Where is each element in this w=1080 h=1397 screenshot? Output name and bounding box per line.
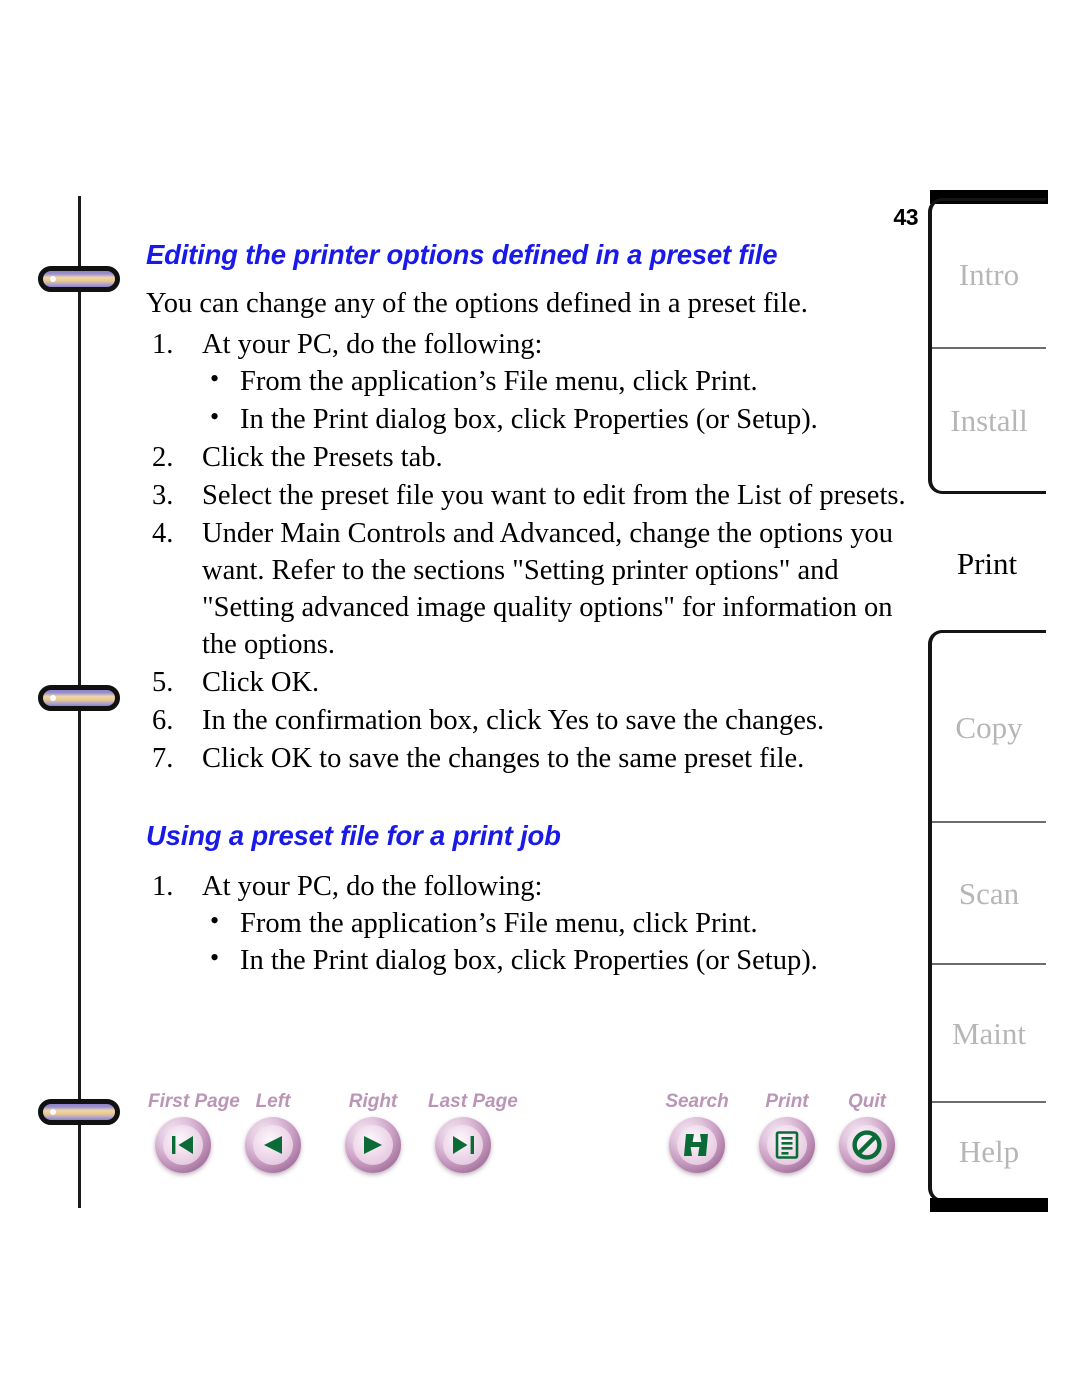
tab-maint-label: Maint	[951, 1015, 1027, 1051]
substeps-list: • From the application’s File menu, clic…	[202, 905, 908, 979]
substep-item: • From the application’s File menu, clic…	[202, 905, 908, 942]
step-text: Click OK to save the changes to the same…	[202, 742, 805, 774]
step-item: 6. In the confirmation box, click Yes to…	[146, 702, 908, 739]
step-text: At your PC, do the following:	[202, 870, 543, 902]
next-page-orb[interactable]	[345, 1117, 401, 1173]
search-orb[interactable]	[669, 1117, 725, 1173]
search-icon	[677, 1125, 717, 1165]
step-item: 2. Click the Presets tab.	[146, 439, 908, 476]
print-orb[interactable]	[759, 1117, 815, 1173]
tab-strip-bottom-bar	[930, 1198, 1048, 1212]
steps-list-using: 1. At your PC, do the following: • From …	[146, 868, 908, 979]
tab-help[interactable]: Help	[932, 1101, 1046, 1199]
substep-text: In the Print dialog box, click Propertie…	[240, 403, 818, 435]
step-text: At your PC, do the following:	[202, 329, 543, 361]
quit-button[interactable]: Quit	[832, 1092, 902, 1173]
bullet-glyph: •	[210, 401, 220, 431]
heading-using-preset-file: Using a preset file for a print job	[146, 819, 561, 851]
steps-list-editing: 1. At your PC, do the following: • From …	[146, 326, 908, 777]
print-button[interactable]: Print	[752, 1092, 822, 1173]
tab-help-label: Help	[958, 1133, 1020, 1169]
step-text: Under Main Controls and Advanced, change…	[202, 517, 893, 660]
step-item: 4. Under Main Controls and Advanced, cha…	[146, 515, 908, 663]
last-page-icon	[443, 1125, 483, 1165]
tab-print-label: Print	[956, 545, 1018, 581]
first-page-label: First Page	[148, 1091, 240, 1112]
navigation-toolbar: First Page Left Right Last Page Search P…	[132, 1092, 912, 1192]
last-page-label: Last Page	[428, 1091, 518, 1112]
step-number: 5.	[152, 666, 174, 698]
print-label: Print	[765, 1091, 809, 1112]
previous-page-button[interactable]: Left	[238, 1092, 308, 1173]
tab-maint[interactable]: Maint	[932, 963, 1046, 1101]
substep-text: From the application’s File menu, click …	[240, 907, 758, 939]
search-button[interactable]: Search	[662, 1092, 732, 1173]
step-number: 6.	[152, 704, 174, 736]
next-page-button[interactable]: Right	[338, 1092, 408, 1173]
tab-intro[interactable]: Intro	[932, 201, 1046, 347]
step-item: 1. At your PC, do the following: • From …	[146, 326, 908, 437]
step-number: 1.	[152, 329, 174, 361]
tab-group-upper: Intro Install	[928, 198, 1046, 494]
tab-scan[interactable]: Scan	[932, 821, 1046, 963]
step-number: 3.	[152, 479, 174, 511]
bullet-glyph: •	[210, 942, 220, 972]
step-item: 3. Select the preset file you want to ed…	[146, 477, 908, 514]
tab-copy-label: Copy	[955, 709, 1023, 745]
step-text: Click OK.	[202, 666, 320, 698]
substep-item: • In the Print dialog box, click Propert…	[202, 401, 908, 438]
tab-group-lower: Copy Scan Maint Help	[928, 630, 1046, 1202]
tab-intro-label: Intro	[958, 256, 1020, 292]
bullet-glyph: •	[210, 364, 220, 394]
quit-icon	[847, 1125, 887, 1165]
last-page-button[interactable]: Last Page	[428, 1091, 518, 1173]
page-content: Editing the printer options defined in a…	[146, 239, 908, 980]
first-page-button[interactable]: First Page	[148, 1091, 240, 1173]
binder-ring	[38, 685, 120, 711]
quit-label: Quit	[848, 1091, 886, 1112]
step-item: 7. Click OK to save the changes to the s…	[146, 740, 908, 777]
step-item: 5. Click OK.	[146, 664, 908, 701]
tab-install-label: Install	[950, 402, 1028, 438]
page-number: 43	[893, 204, 918, 230]
previous-page-orb[interactable]	[245, 1117, 301, 1173]
substep-text: From the application’s File menu, click …	[240, 366, 758, 398]
last-page-orb[interactable]	[435, 1117, 491, 1173]
search-label: Search	[665, 1091, 729, 1112]
heading-editing-preset-options: Editing the printer options defined in a…	[146, 239, 778, 270]
step-number: 4.	[152, 517, 174, 549]
step-number: 2.	[152, 441, 174, 473]
tab-scan-label: Scan	[958, 875, 1020, 911]
first-page-icon	[163, 1125, 203, 1165]
section-tab-strip: Intro Install Print Copy Scan Maint Help	[928, 190, 1048, 1212]
bullet-glyph: •	[210, 905, 220, 935]
step-number: 1.	[152, 870, 174, 902]
step-text: Select the preset file you want to edit …	[202, 479, 906, 511]
binder-ring	[38, 1099, 120, 1125]
substep-text: In the Print dialog box, click Propertie…	[240, 944, 818, 976]
previous-page-label: Left	[255, 1091, 291, 1112]
next-page-icon	[353, 1125, 393, 1165]
substeps-list: • From the application’s File menu, clic…	[202, 363, 908, 437]
substep-item: • From the application’s File menu, clic…	[202, 363, 908, 400]
intro-paragraph: You can change any of the options define…	[146, 287, 808, 319]
next-page-label: Right	[348, 1091, 398, 1112]
previous-page-icon	[253, 1125, 293, 1165]
print-document-icon	[767, 1125, 807, 1165]
tab-print-active[interactable]: Print	[928, 508, 1046, 618]
tab-install[interactable]: Install	[932, 347, 1046, 491]
quit-orb[interactable]	[839, 1117, 895, 1173]
step-text: In the confirmation box, click Yes to sa…	[202, 704, 825, 736]
binder-ring	[38, 266, 120, 292]
step-text: Click the Presets tab.	[202, 441, 443, 473]
tab-copy[interactable]: Copy	[932, 633, 1046, 821]
substep-item: • In the Print dialog box, click Propert…	[202, 942, 908, 979]
first-page-orb[interactable]	[155, 1117, 211, 1173]
step-number: 7.	[152, 742, 174, 774]
step-item: 1. At your PC, do the following: • From …	[146, 868, 908, 979]
